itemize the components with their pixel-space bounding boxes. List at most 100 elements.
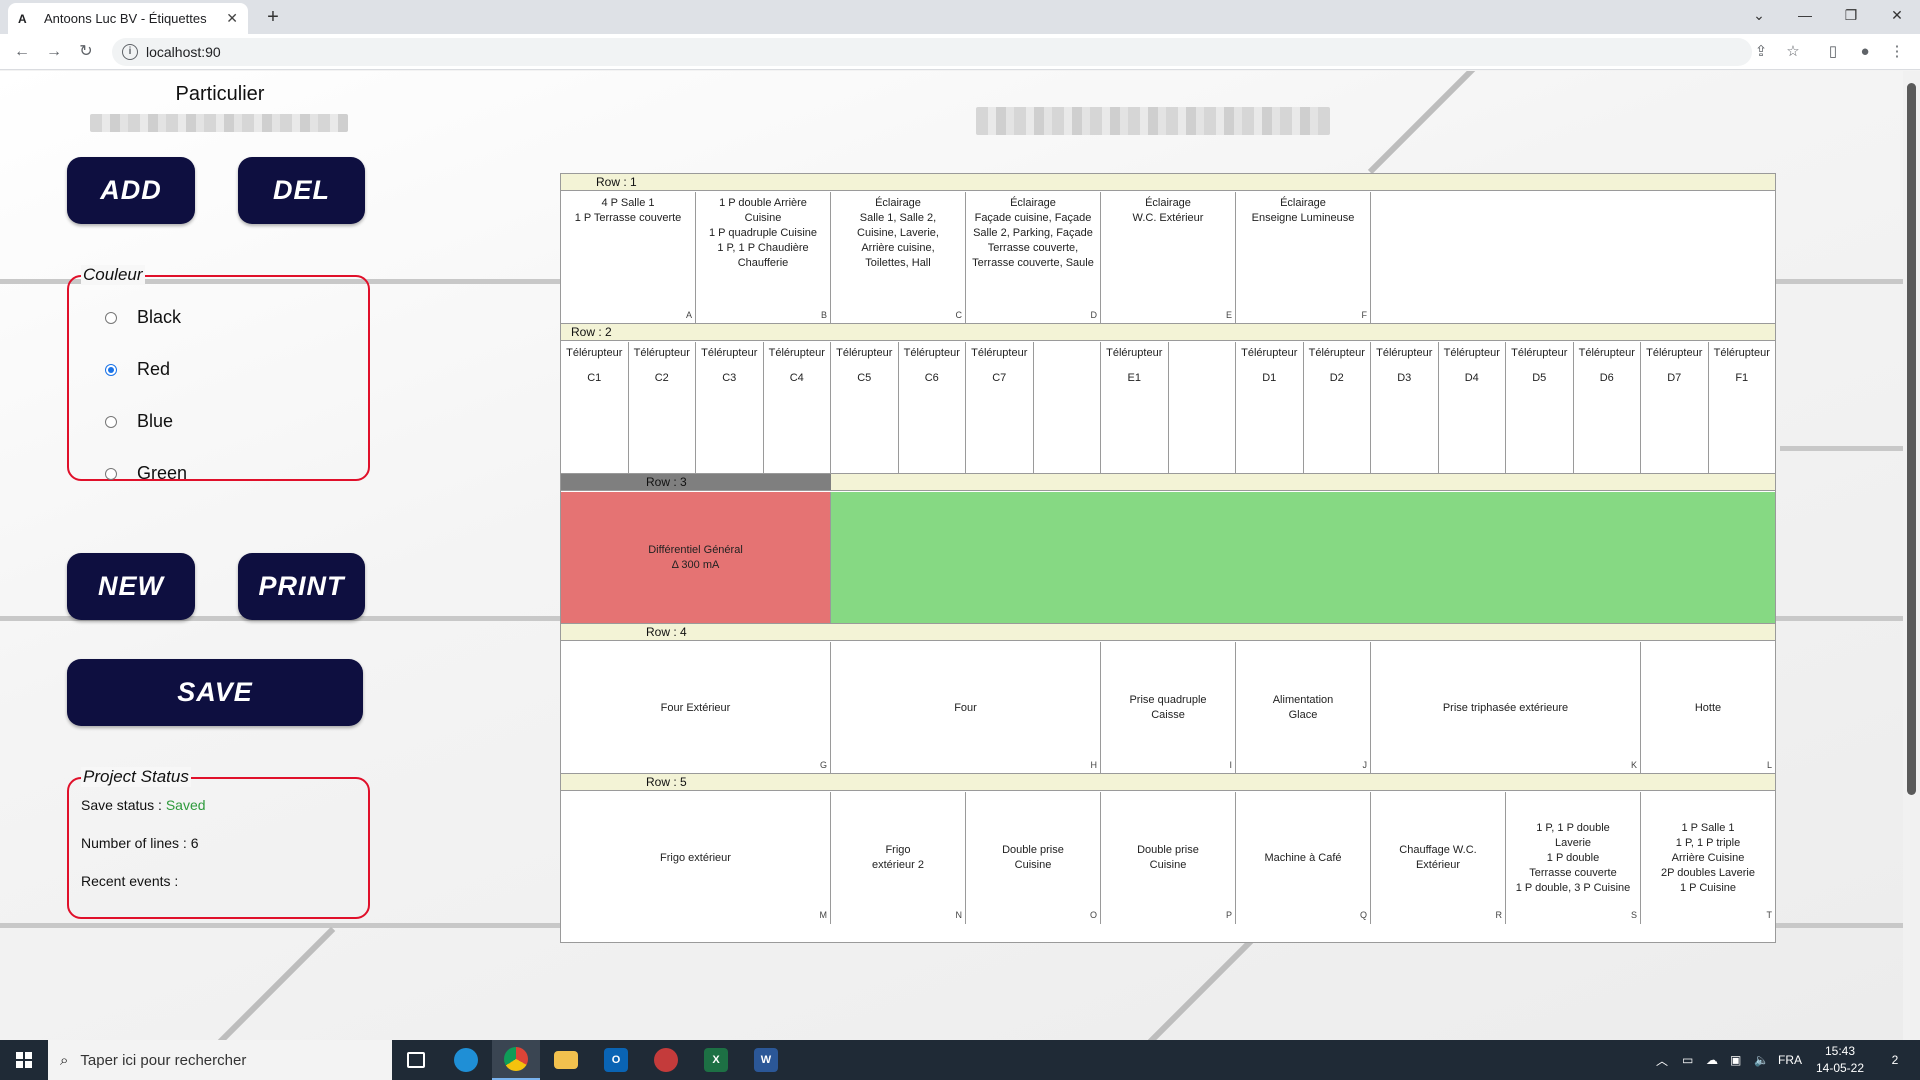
label-cell[interactable]: Frigo extérieur M [561,792,831,924]
task-view-icon[interactable] [392,1040,440,1080]
label-cell-text: 1 P Salle 1 1 P, 1 P triple Arrière Cuis… [1661,821,1755,894]
radio-button[interactable] [105,415,117,428]
side-panel-icon[interactable]: ▯ [1821,40,1845,64]
color-option-black[interactable]: Black [105,307,181,328]
address-bar[interactable]: i localhost:90 [112,38,1752,66]
share-icon[interactable]: ⇪ [1749,40,1773,64]
page-scrollbar[interactable] [1903,71,1920,1040]
clock-date: 14-05-22 [1815,1061,1865,1075]
label-cell[interactable]: Télérupteur F1 [1708,342,1775,474]
label-cell[interactable]: Télérupteur E1 [1101,342,1169,474]
tray-overflow-icon[interactable]: ︿ [1656,1040,1668,1080]
label-cell[interactable]: Machine à Café Q [1236,792,1371,924]
word-icon[interactable]: W [742,1040,790,1080]
browser-menu-icon[interactable]: ⋮ [1885,40,1909,64]
label-cell[interactable]: Frigo extérieur 2 N [831,792,966,924]
forward-icon[interactable]: → [40,38,68,66]
label-cell[interactable]: Télérupteur C4 [763,342,831,474]
app-icon[interactable] [642,1040,690,1080]
windows-taskbar: ⌕ Taper ici pour rechercher O X W ︿ ▭ ☁ … [0,1040,1920,1080]
label-cell[interactable]: Télérupteur C7 [966,342,1034,474]
minimize-button[interactable]: — [1782,0,1828,30]
label-cell[interactable]: Télérupteur C1 [561,342,629,474]
bookmark-star-icon[interactable]: ☆ [1781,40,1805,64]
color-option-blue[interactable]: Blue [105,411,173,432]
label-cell[interactable] [831,492,1775,624]
label-cell[interactable]: Télérupteur C3 [696,342,764,474]
label-cell[interactable]: Télérupteur D5 [1506,342,1574,474]
print-button[interactable]: PRINT [238,553,365,620]
close-window-button[interactable]: ✕ [1874,0,1920,30]
label-cell[interactable]: Four H [831,642,1101,774]
onedrive-icon[interactable]: ☁ [1706,1040,1718,1080]
outlook-icon[interactable]: O [592,1040,640,1080]
radio-button-selected[interactable] [105,363,117,376]
label-cell[interactable]: Télérupteur C5 [831,342,899,474]
start-button[interactable] [0,1040,48,1080]
row-label: Row : 3 [646,475,687,489]
label-cell[interactable]: Chauffage W.C. Extérieur R [1371,792,1506,924]
notification-center-icon[interactable]: 2 [1880,1040,1910,1080]
label-cell[interactable]: Éclairage Enseigne Lumineuse F [1236,192,1371,324]
label-cell[interactable]: Télérupteur C6 [898,342,966,474]
label-cell[interactable]: Éclairage Salle 1, Salle 2, Cuisine, Lav… [831,192,966,324]
label-cell[interactable]: Double prise Cuisine O [966,792,1101,924]
close-tab-icon[interactable]: ✕ [226,10,238,27]
tab-search-icon[interactable]: ⌄ [1736,0,1782,30]
label-cell[interactable]: Télérupteur D4 [1438,342,1506,474]
label-cell[interactable] [1168,342,1236,474]
label-cell[interactable]: 1 P Salle 1 1 P, 1 P triple Arrière Cuis… [1641,792,1775,924]
label-cell[interactable]: Télérupteur D1 [1236,342,1304,474]
language-indicator[interactable]: FRA [1778,1040,1802,1080]
profile-avatar-icon[interactable]: ● [1853,40,1877,64]
radio-button[interactable] [105,467,117,480]
new-tab-button[interactable]: + [260,5,286,31]
file-explorer-icon[interactable] [542,1040,590,1080]
label-cell[interactable]: 1 P double Arrière Cuisine 1 P quadruple… [696,192,831,324]
network-icon[interactable]: ▣ [1730,1040,1741,1080]
label-cell-id: C5 [857,372,872,384]
scrollbar-thumb[interactable] [1907,83,1916,795]
label-cell[interactable]: Hotte L [1641,642,1775,774]
color-legend: Couleur [81,265,145,285]
label-cell[interactable]: Télérupteur C2 [628,342,696,474]
label-cell[interactable]: Alimentation Glace J [1236,642,1371,774]
label-cell[interactable]: Différentiel Général Δ 300 mA [561,492,831,624]
color-option-red[interactable]: Red [105,359,170,380]
edge-icon[interactable] [442,1040,490,1080]
add-row-button[interactable]: ADD [67,157,195,224]
taskbar-clock[interactable]: 15:43 14-05-22 [1810,1043,1870,1077]
radio-button[interactable] [105,311,117,324]
save-button[interactable]: SAVE [67,659,363,726]
label-cell[interactable]: Télérupteur D2 [1303,342,1371,474]
chrome-icon[interactable] [492,1040,540,1080]
label-cell[interactable]: Télérupteur D7 [1641,342,1709,474]
browser-tab[interactable]: A Antoons Luc BV - Étiquettes ✕ [8,3,248,34]
label-cell[interactable]: Prise triphasée extérieure K [1371,642,1641,774]
label-cell[interactable]: 1 P, 1 P double Laverie 1 P double Terra… [1506,792,1641,924]
volume-icon[interactable]: 🔈 [1754,1040,1769,1080]
label-cell[interactable]: 4 P Salle 1 1 P Terrasse couverte A [561,192,696,324]
label-cell[interactable]: Éclairage W.C. Extérieur E [1101,192,1236,324]
restore-button[interactable]: ❐ [1828,0,1874,30]
color-option-green[interactable]: Green [105,463,187,484]
label-cell[interactable]: Télérupteur D6 [1573,342,1641,474]
label-cell[interactable]: Prise quadruple Caisse I [1101,642,1236,774]
label-cell-letter: I [1229,760,1232,770]
label-cell[interactable]: Télérupteur D3 [1371,342,1439,474]
excel-icon[interactable]: X [692,1040,740,1080]
taskbar-search-box[interactable]: ⌕ Taper ici pour rechercher [48,1040,392,1080]
tray-device-icon[interactable]: ▭ [1682,1040,1693,1080]
label-cell[interactable]: Double prise Cuisine P [1101,792,1236,924]
new-project-button[interactable]: NEW [67,553,195,620]
delete-row-button[interactable]: DEL [238,157,365,224]
reload-icon[interactable]: ↻ [72,38,100,66]
site-info-icon[interactable]: i [122,44,138,60]
empty-cell[interactable] [1371,192,1775,324]
label-cell[interactable]: Four Extérieur G [561,642,831,774]
back-icon[interactable]: ← [8,38,36,66]
label-cell[interactable] [1033,342,1101,474]
label-cell[interactable]: Éclairage Façade cuisine, Façade Salle 2… [966,192,1101,324]
label-cell-letter: H [1090,760,1098,770]
label-cell-text: Télérupteur [1443,347,1500,359]
